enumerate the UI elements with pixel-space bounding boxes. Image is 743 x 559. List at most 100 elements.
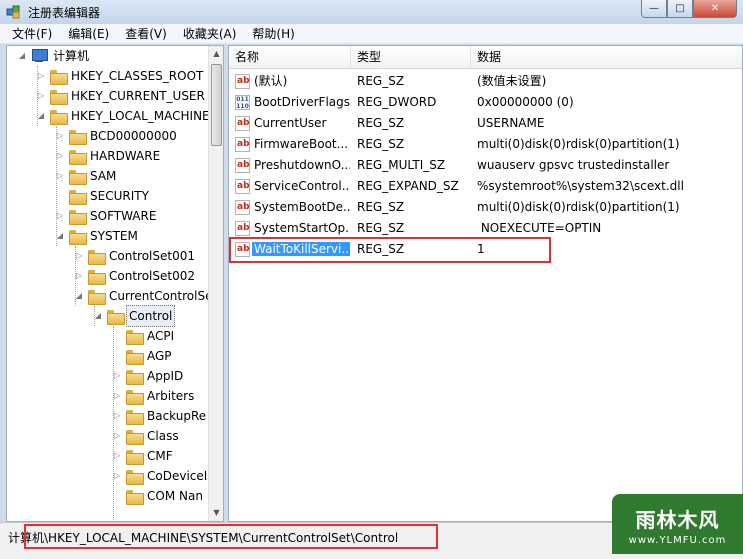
value-name: FirmwareBoot... — [254, 137, 349, 151]
value-type: REG_SZ — [357, 137, 405, 151]
value-type: REG_SZ — [357, 221, 405, 235]
collapsed-arrow-icon[interactable]: ▷ — [55, 166, 65, 186]
menu-edit[interactable]: 编辑(E) — [60, 24, 117, 44]
expanded-arrow-icon[interactable]: ◢ — [55, 226, 65, 246]
expanded-arrow-icon[interactable]: ◢ — [36, 106, 46, 126]
folder-icon — [69, 189, 87, 205]
collapsed-arrow-icon[interactable]: ▷ — [112, 466, 122, 486]
tree-label: COM Nan — [147, 489, 203, 503]
tree-label: HKEY_CURRENT_USER — [71, 89, 205, 103]
tree-label: ControlSet001 — [109, 249, 195, 263]
value-name: SystemStartOp... — [254, 221, 350, 235]
string-value-icon: ab — [235, 221, 250, 236]
collapsed-arrow-icon[interactable]: ▷ — [36, 86, 46, 106]
value-row[interactable]: ab SystemStartOp... REG_SZ NOEXECUTE=OPT… — [229, 218, 742, 239]
tree-node-codevicei[interactable]: ▷ CoDeviceI — [112, 466, 209, 486]
folder-icon — [126, 369, 144, 385]
folder-icon — [126, 409, 144, 425]
value-row[interactable]: ab PreshutdownO... REG_MULTI_SZ wuauserv… — [229, 155, 742, 176]
tree-node-computer[interactable]: ◢ 计算机 — [17, 46, 91, 66]
registry-tree[interactable]: ◢ 计算机 ▷ HKEY_CLASSES_ROOT ▷ HKEY_CURRENT… — [6, 45, 224, 522]
tree-node-acpi[interactable]: ACPI — [112, 326, 176, 346]
value-type: REG_SZ — [357, 116, 405, 130]
collapsed-arrow-icon[interactable]: ▷ — [55, 126, 65, 146]
tree-node-controlset002[interactable]: ▷ ControlSet002 — [74, 266, 197, 286]
tree-vertical-scrollbar[interactable]: ▲ ▼ — [208, 46, 223, 521]
folder-icon — [126, 469, 144, 485]
menu-view[interactable]: 查看(V) — [117, 24, 175, 44]
tree-node-control[interactable]: ◢ Control — [93, 305, 176, 327]
tree-node-controlset001[interactable]: ▷ ControlSet001 — [74, 246, 197, 266]
tree-node-hkcr[interactable]: ▷ HKEY_CLASSES_ROOT — [36, 66, 205, 86]
tree-node-agp[interactable]: AGP — [112, 346, 174, 366]
tree-label: SAM — [90, 169, 117, 183]
value-data: NOEXECUTE=OPTIN — [477, 221, 602, 235]
folder-icon — [69, 229, 87, 245]
collapsed-arrow-icon[interactable]: ▷ — [36, 66, 46, 86]
tree-label: SOFTWARE — [90, 209, 157, 223]
open-folder-icon — [107, 309, 125, 325]
value-data: multi(0)disk(0)rdisk(0)partition(1) — [477, 137, 680, 151]
menu-favorites[interactable]: 收藏夹(A) — [175, 24, 245, 44]
value-row[interactable]: ab FirmwareBoot... REG_SZ multi(0)disk(0… — [229, 134, 742, 155]
scroll-thumb[interactable] — [211, 64, 222, 146]
tree-node-cmf[interactable]: ▷ CMF — [112, 446, 175, 466]
binary-value-icon: 011 110 — [235, 95, 250, 110]
tree-node-hkcu[interactable]: ▷ HKEY_CURRENT_USER — [36, 86, 207, 106]
collapsed-arrow-icon[interactable]: ▷ — [112, 406, 122, 426]
tree-node-bcd[interactable]: ▷ BCD00000000 — [55, 126, 179, 146]
tree-node-backupre[interactable]: ▷ BackupRe — [112, 406, 208, 426]
value-type: REG_EXPAND_SZ — [357, 179, 459, 193]
tree-node-appid[interactable]: ▷ AppID — [112, 366, 185, 386]
tree-node-comnan[interactable]: COM Nan — [112, 486, 205, 506]
value-type: REG_DWORD — [357, 95, 437, 109]
tree-label: ACPI — [147, 329, 175, 343]
menu-help[interactable]: 帮助(H) — [244, 24, 302, 44]
value-row[interactable]: ab SystemBootDe... REG_SZ multi(0)disk(0… — [229, 197, 742, 218]
maximize-button[interactable]: □ — [667, 0, 693, 18]
collapsed-arrow-icon[interactable]: ▷ — [112, 386, 122, 406]
tree-node-class[interactable]: ▷ Class — [112, 426, 181, 446]
collapsed-arrow-icon[interactable]: ▷ — [112, 426, 122, 446]
watermark-url: www.YLMFU.com — [628, 535, 727, 546]
expanded-arrow-icon[interactable]: ◢ — [93, 306, 103, 326]
folder-icon — [69, 209, 87, 225]
value-data: %systemroot%\system32\scext.dll — [477, 179, 684, 193]
folder-icon — [50, 69, 68, 85]
tree-label: CMF — [147, 449, 173, 463]
value-row[interactable]: ab ServiceControl... REG_EXPAND_SZ %syst… — [229, 176, 742, 197]
tree-node-system[interactable]: ◢ SYSTEM — [55, 226, 140, 246]
scroll-down-icon[interactable]: ▼ — [209, 505, 223, 521]
column-header-type[interactable]: 类型 — [351, 46, 471, 69]
tree-label: BackupRe — [147, 409, 207, 423]
value-row[interactable]: ab CurrentUser REG_SZ USERNAME — [229, 113, 742, 134]
collapsed-arrow-icon[interactable]: ▷ — [55, 206, 65, 226]
value-row[interactable]: 011 110 BootDriverFlags REG_DWORD 0x00000… — [229, 92, 742, 113]
tree-node-hardware[interactable]: ▷ HARDWARE — [55, 146, 162, 166]
value-data: (数值未设置) — [477, 74, 547, 88]
collapsed-arrow-icon[interactable]: ▷ — [112, 366, 122, 386]
column-header-data[interactable]: 数据 — [471, 46, 742, 69]
minimize-button[interactable]: — — [641, 0, 667, 18]
list-header: 名称 类型 数据 — [229, 46, 742, 69]
values-list[interactable]: 名称 类型 数据 ab (默认) REG_SZ (数值未设置) 011 110 B… — [228, 45, 743, 522]
tree-node-security[interactable]: SECURITY — [55, 186, 151, 206]
scroll-up-icon[interactable]: ▲ — [209, 46, 223, 62]
close-button[interactable]: ✕ — [693, 0, 737, 18]
folder-icon — [126, 449, 144, 465]
tree-node-software[interactable]: ▷ SOFTWARE — [55, 206, 158, 226]
collapsed-arrow-icon[interactable]: ▷ — [112, 446, 122, 466]
tree-node-arbiters[interactable]: ▷ Arbiters — [112, 386, 196, 406]
tree-node-currentcontrolset[interactable]: ◢ CurrentControlSet — [74, 286, 219, 306]
tree-node-sam[interactable]: ▷ SAM — [55, 166, 118, 186]
collapsed-arrow-icon[interactable]: ▷ — [74, 266, 84, 286]
tree-node-hklm[interactable]: ◢ HKEY_LOCAL_MACHINE — [36, 106, 212, 126]
column-header-name[interactable]: 名称 — [229, 46, 351, 69]
expanded-arrow-icon[interactable]: ◢ — [74, 286, 84, 306]
collapsed-arrow-icon[interactable]: ▷ — [55, 146, 65, 166]
expanded-arrow-icon[interactable]: ◢ — [17, 46, 27, 66]
value-row[interactable]: ab (默认) REG_SZ (数值未设置) — [229, 71, 742, 92]
folder-icon — [88, 269, 106, 285]
menu-file[interactable]: 文件(F) — [4, 24, 60, 44]
collapsed-arrow-icon[interactable]: ▷ — [74, 246, 84, 266]
